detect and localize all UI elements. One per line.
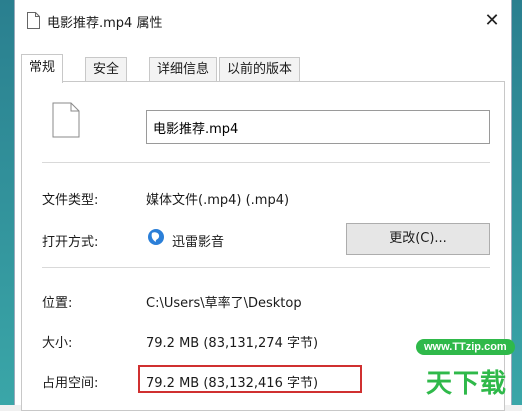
tab-previous-versions[interactable]: 以前的版本 [219, 57, 301, 82]
file-type-value: 媒体文件(.mp4) (.mp4) [146, 193, 290, 208]
close-button[interactable]: ✕ [479, 8, 505, 34]
size-value: 79.2 MB (83,131,274 字节) [146, 336, 319, 351]
location-label: 位置: [42, 296, 73, 311]
opens-with-label: 打开方式: [42, 235, 99, 250]
opens-with-value: 迅雷影音 [172, 235, 225, 250]
divider [42, 267, 490, 268]
tab-general[interactable]: 常规 [21, 54, 64, 83]
tab-security[interactable]: 安全 [85, 57, 128, 82]
divider [42, 162, 490, 163]
change-button[interactable]: 更改(C)... [346, 223, 490, 255]
watermark-logo-text: 天下载 [426, 369, 508, 399]
size-on-disk-label: 占用空间: [42, 376, 99, 391]
window-title: 电影推荐.mp4 属性 [47, 16, 163, 31]
location-value: C:\Users\草率了\Desktop [146, 296, 302, 311]
highlight-annotation [138, 365, 362, 393]
close-icon: ✕ [484, 10, 500, 31]
file-type-label: 文件类型: [42, 193, 99, 208]
size-label: 大小: [42, 336, 73, 351]
file-name-input[interactable] [146, 110, 490, 144]
title-bar[interactable]: 电影推荐.mp4 属性 ✕ [15, 0, 511, 42]
document-icon [52, 102, 80, 138]
watermark: www.TTzip.com 天下载 [330, 325, 520, 405]
file-icon [27, 12, 40, 29]
watermark-url: www.TTzip.com [416, 339, 515, 355]
desktop-background-left [0, 0, 14, 405]
xunlei-player-icon [148, 229, 164, 245]
tab-details[interactable]: 详细信息 [149, 57, 218, 82]
